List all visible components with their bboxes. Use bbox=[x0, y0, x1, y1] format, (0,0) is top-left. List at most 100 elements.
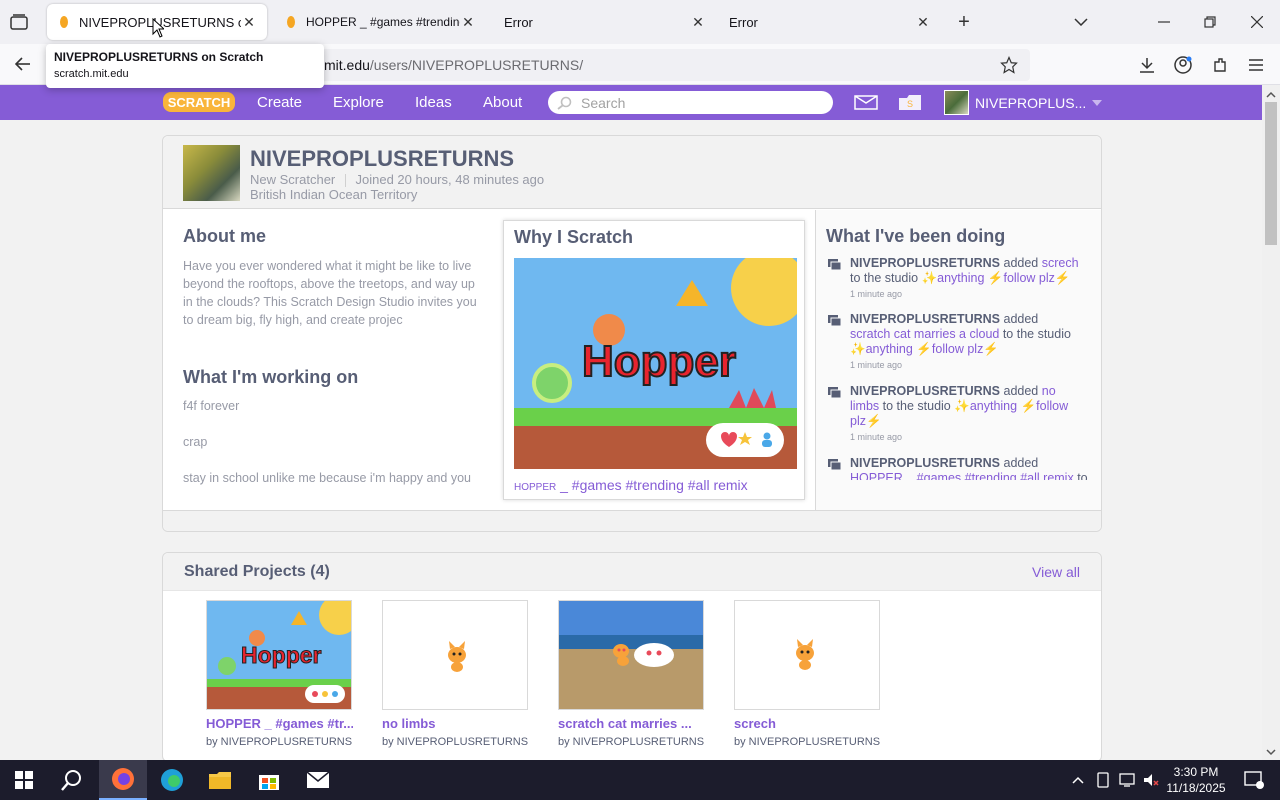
project-thumbnail[interactable]: Hopper bbox=[206, 600, 352, 710]
view-all-link[interactable]: View all bbox=[1032, 564, 1080, 580]
scroll-up-icon[interactable] bbox=[1262, 87, 1280, 103]
profile-header: NIVEPROPLUSRETURNS New Scratcher Joined … bbox=[163, 136, 1101, 209]
activity-item-link[interactable]: HOPPER _ #games #trending #all remix bbox=[850, 471, 1074, 480]
search-input[interactable]: Search bbox=[548, 91, 833, 114]
tab-list-icon[interactable] bbox=[8, 12, 30, 32]
working-on-line: f4f forever bbox=[183, 399, 240, 413]
tray-chevron-up-icon[interactable] bbox=[1066, 760, 1090, 800]
activity-user[interactable]: NIVEPROPLUSRETURNS bbox=[850, 256, 1000, 270]
project-card[interactable]: scratch cat marries ... by NIVEPROPLUSRE… bbox=[558, 600, 705, 748]
project-title[interactable]: screch bbox=[734, 716, 881, 731]
chevron-down-icon bbox=[1092, 99, 1103, 106]
project-author[interactable]: by NIVEPROPLUSRETURNS bbox=[382, 736, 529, 748]
project-author[interactable]: by NIVEPROPLUSRETURNS bbox=[206, 736, 353, 748]
extensions-icon[interactable] bbox=[1209, 54, 1231, 76]
mail-icon[interactable] bbox=[294, 760, 342, 800]
activity-user[interactable]: NIVEPROPLUSRETURNS bbox=[850, 456, 1000, 470]
notifications-icon[interactable] bbox=[1234, 760, 1274, 800]
svg-text:Hopper: Hopper bbox=[241, 642, 322, 668]
activity-item: NIVEPROPLUSRETURNS added HOPPER _ #games… bbox=[828, 456, 1094, 480]
activity-column: What I've been doing NIVEPROPLUSRETURNS … bbox=[815, 210, 1101, 510]
taskbar-clock[interactable]: 3:30 PM 11/18/2025 bbox=[1163, 764, 1229, 796]
scroll-down-icon[interactable] bbox=[1262, 744, 1280, 760]
tab-tooltip: NIVEPROPLUSRETURNS on Scratch scratch.mi… bbox=[46, 44, 324, 88]
bolt-icon: ⚡ bbox=[1054, 271, 1071, 285]
tab-hopper[interactable]: HOPPER _ #games #trending #all ✕ bbox=[274, 4, 486, 40]
profile-footer bbox=[163, 510, 1101, 531]
mouse-cursor-icon bbox=[152, 18, 164, 38]
url-host: mit.edu bbox=[324, 57, 370, 73]
close-window-icon[interactable] bbox=[1245, 12, 1269, 32]
studio-link[interactable]: anything bbox=[937, 271, 984, 285]
activity-mid: to bbox=[1073, 471, 1088, 480]
project-title[interactable]: scratch cat marries ... bbox=[558, 716, 705, 731]
volume-muted-icon[interactable] bbox=[1140, 760, 1162, 800]
project-thumbnail[interactable] bbox=[734, 600, 880, 710]
nav-create[interactable]: Create bbox=[257, 85, 302, 120]
file-explorer-icon[interactable] bbox=[196, 760, 244, 800]
start-button[interactable] bbox=[0, 760, 48, 800]
featured-project-thumbnail[interactable]: Hopper bbox=[514, 250, 807, 469]
activity-user[interactable]: NIVEPROPLUSRETURNS bbox=[850, 384, 1000, 398]
bolt-icon: ⚡ bbox=[987, 271, 1004, 285]
firefox-icon[interactable] bbox=[99, 760, 147, 800]
download-icon[interactable] bbox=[1136, 54, 1158, 76]
restore-icon[interactable] bbox=[1198, 12, 1222, 32]
project-title[interactable]: no limbs bbox=[382, 716, 529, 731]
my-stuff-icon[interactable]: S bbox=[898, 93, 922, 116]
tray-device-icon[interactable] bbox=[1092, 760, 1114, 800]
tab-overflow-chevron-icon[interactable] bbox=[1070, 12, 1092, 32]
taskbar-search-icon[interactable] bbox=[48, 760, 96, 800]
store-icon[interactable] bbox=[245, 760, 293, 800]
edge-icon[interactable] bbox=[148, 760, 196, 800]
studio-link[interactable]: follow plz bbox=[932, 342, 983, 356]
close-tab-icon[interactable]: ✕ bbox=[690, 14, 706, 31]
svg-text:S: S bbox=[907, 99, 913, 109]
studio-link[interactable]: follow plz bbox=[1003, 271, 1054, 285]
account-icon[interactable] bbox=[1172, 54, 1194, 76]
close-tab-icon[interactable]: ✕ bbox=[241, 14, 257, 31]
activity-verb: added bbox=[1000, 384, 1042, 398]
close-tab-icon[interactable]: ✕ bbox=[460, 14, 476, 31]
profile-avatar bbox=[183, 145, 240, 201]
tooltip-title: NIVEPROPLUSRETURNS on Scratch bbox=[54, 50, 264, 64]
new-tab-icon[interactable]: + bbox=[952, 10, 976, 34]
project-author[interactable]: by NIVEPROPLUSRETURNS bbox=[558, 736, 705, 748]
tab-error-1[interactable]: Error ✕ bbox=[494, 4, 716, 40]
studio-icon bbox=[828, 387, 842, 399]
activity-item: NIVEPROPLUSRETURNS added scratch cat mar… bbox=[828, 312, 1094, 373]
about-me-text: Have you ever wondered what it might be … bbox=[183, 259, 477, 327]
nav-ideas[interactable]: Ideas bbox=[415, 85, 452, 120]
featured-project-link[interactable]: HOPPER _ #games #trending #all remix bbox=[514, 477, 748, 493]
activity-item: NIVEPROPLUSRETURNS added no limbs to the… bbox=[828, 384, 1094, 445]
scratch-logo[interactable]: SCRATCH bbox=[163, 90, 235, 114]
studio-link[interactable]: anything bbox=[970, 399, 1017, 413]
network-icon[interactable] bbox=[1116, 760, 1138, 800]
project-author[interactable]: by NIVEPROPLUSRETURNS bbox=[734, 736, 881, 748]
activity-user[interactable]: NIVEPROPLUSRETURNS bbox=[850, 312, 1000, 326]
activity-item-link[interactable]: screch bbox=[1042, 256, 1079, 270]
back-icon[interactable] bbox=[12, 54, 34, 74]
activity-time: 1 minute ago bbox=[850, 289, 903, 299]
bookmark-star-icon[interactable] bbox=[998, 54, 1020, 76]
activity-item-link[interactable]: scratch cat marries a cloud bbox=[850, 327, 999, 341]
project-thumbnail[interactable] bbox=[558, 600, 704, 710]
menu-icon[interactable] bbox=[1245, 54, 1267, 76]
user-menu[interactable]: NIVEPROPLUS... bbox=[944, 90, 1103, 115]
scroll-thumb[interactable] bbox=[1265, 102, 1277, 245]
project-card[interactable]: no limbs by NIVEPROPLUSRETURNS bbox=[382, 600, 529, 748]
scratch-favicon-icon bbox=[57, 14, 71, 30]
activity-verb: added bbox=[1000, 456, 1039, 470]
project-card[interactable]: screch by NIVEPROPLUSRETURNS bbox=[734, 600, 881, 748]
scratch-cat-icon bbox=[448, 641, 466, 672]
tab-error-2[interactable]: Error ✕ bbox=[719, 4, 941, 40]
project-thumbnail[interactable] bbox=[382, 600, 528, 710]
studio-link[interactable]: anything bbox=[866, 342, 913, 356]
minimize-icon[interactable] bbox=[1152, 12, 1176, 32]
nav-about[interactable]: About bbox=[483, 85, 522, 120]
close-tab-icon[interactable]: ✕ bbox=[915, 14, 931, 31]
messages-icon[interactable] bbox=[854, 95, 878, 115]
project-card[interactable]: Hopper HOPPER _ #games #tr... by NIVEPRO… bbox=[206, 600, 353, 748]
project-title[interactable]: HOPPER _ #games #tr... bbox=[206, 716, 353, 731]
nav-explore[interactable]: Explore bbox=[333, 85, 384, 120]
